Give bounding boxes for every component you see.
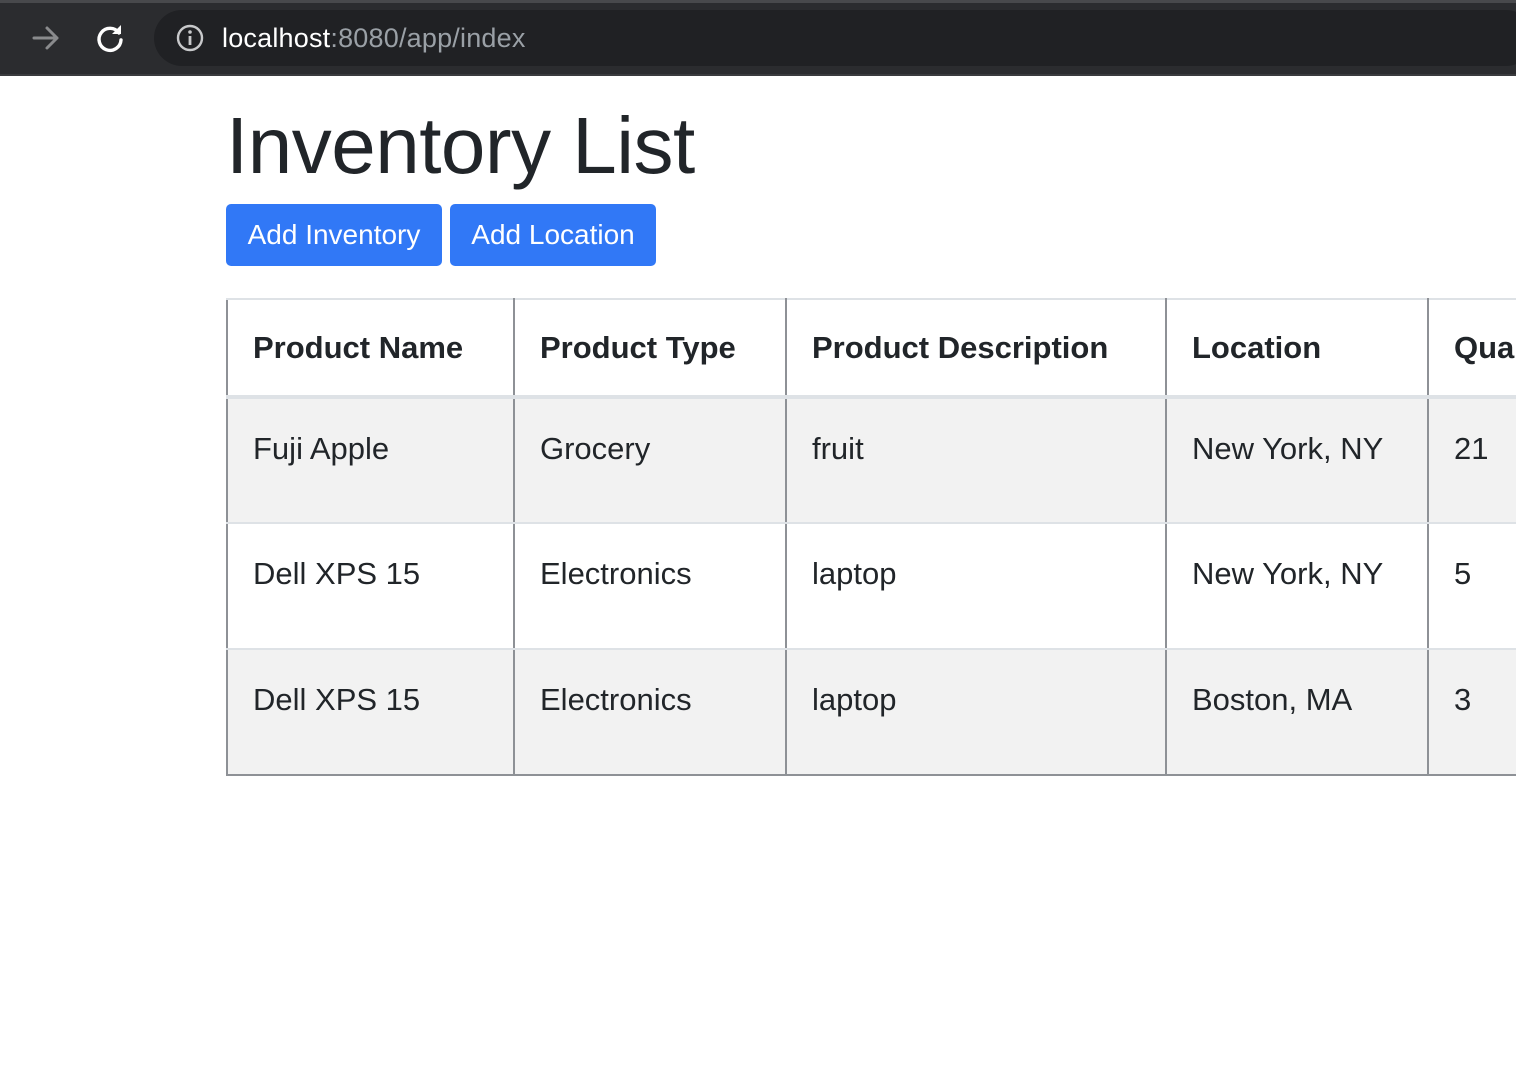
url-path: :8080/app/index (330, 23, 526, 53)
toolbar-divider (0, 0, 1516, 3)
cell-product-description: laptop (785, 648, 1167, 776)
cell-location: Boston, MA (1165, 648, 1429, 776)
cell-product-type: Electronics (513, 522, 787, 650)
cell-location: New York, NY (1165, 396, 1429, 524)
cell-product-name: Fuji Apple (226, 396, 515, 524)
header-quantity: Qua (1427, 298, 1516, 399)
cell-product-name: Dell XPS 15 (226, 648, 515, 776)
url-text[interactable]: localhost:8080/app/index (222, 24, 526, 52)
info-icon[interactable] (176, 24, 204, 52)
add-inventory-button[interactable]: Add Inventory (226, 204, 442, 266)
cell-quantity: 5 (1427, 522, 1516, 650)
inventory-table-container: Product Name Product Type Product Descri… (226, 298, 1516, 778)
url-host: localhost (222, 23, 331, 53)
arrow-right-icon (32, 26, 59, 50)
page-title: Inventory List (226, 101, 695, 190)
address-bar[interactable]: localhost:8080/app/index (154, 10, 1516, 66)
cell-quantity: 21 (1427, 396, 1516, 524)
reload-button[interactable] (90, 18, 130, 58)
add-location-button[interactable]: Add Location (450, 204, 656, 266)
reload-icon (97, 25, 123, 53)
cell-product-type: Grocery (513, 396, 787, 524)
table-row: Dell XPS 15 Electronics laptop Boston, M… (226, 648, 1516, 776)
cell-location: New York, NY (1165, 522, 1429, 650)
header-location: Location (1165, 298, 1429, 399)
table-row: Dell XPS 15 Electronics laptop New York,… (226, 522, 1516, 650)
table-header-row: Product Name Product Type Product Descri… (226, 298, 1516, 399)
header-product-name: Product Name (226, 298, 515, 399)
cell-product-description: laptop (785, 522, 1167, 650)
header-product-type: Product Type (513, 298, 787, 399)
cell-product-description: fruit (785, 396, 1167, 524)
cell-product-name: Dell XPS 15 (226, 522, 515, 650)
forward-button[interactable] (26, 18, 66, 58)
table-row: Fuji Apple Grocery fruit New York, NY 21 (226, 396, 1516, 524)
inventory-table: Product Name Product Type Product Descri… (226, 298, 1516, 776)
header-product-description: Product Description (785, 298, 1167, 399)
cell-product-type: Electronics (513, 648, 787, 776)
browser-toolbar: localhost:8080/app/index (0, 0, 1516, 76)
cell-quantity: 3 (1427, 648, 1516, 776)
